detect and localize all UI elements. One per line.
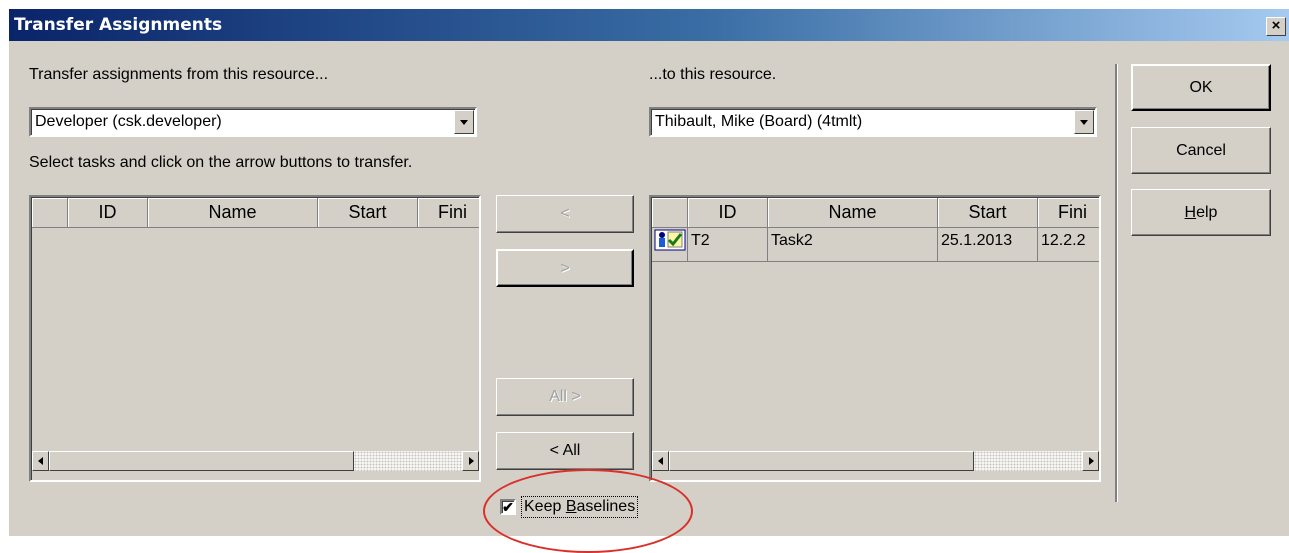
column-header-start[interactable]: Start (318, 198, 418, 228)
column-header-indicator[interactable] (32, 198, 68, 228)
move-left-button[interactable]: < (496, 195, 634, 233)
column-header-id[interactable]: ID (68, 198, 148, 228)
to-resource-label: ...to this resource. (649, 66, 777, 83)
vertical-separator (1115, 64, 1118, 502)
chevron-down-icon (460, 120, 468, 125)
scroll-thumb[interactable] (669, 451, 974, 471)
highlight-annotation-circle (483, 469, 693, 553)
window-title: Transfer Assignments (14, 15, 223, 35)
task-name-cell: Task2 (768, 228, 938, 262)
scroll-right-button[interactable] (1082, 451, 1099, 471)
title-bar: Transfer Assignments × (9, 9, 1289, 41)
scroll-left-button[interactable] (652, 451, 669, 471)
column-header-start[interactable]: Start (938, 198, 1038, 228)
resource-task-icon (652, 228, 688, 262)
task-id-cell: T2 (688, 228, 768, 262)
scroll-track[interactable] (974, 451, 1082, 471)
scroll-right-button[interactable] (462, 451, 479, 471)
resource-task-icon-graphic (654, 229, 686, 251)
move-all-right-button[interactable]: All > (496, 378, 634, 416)
column-header-name[interactable]: Name (768, 198, 938, 228)
move-all-left-button[interactable]: < All (496, 432, 634, 470)
close-icon: × (1271, 17, 1281, 34)
to-resource-value: Thibault, Mike (Board) (4tmlt) (655, 113, 863, 130)
to-resource-select[interactable]: Thibault, Mike (Board) (4tmlt) (649, 107, 1097, 137)
scroll-track[interactable] (354, 451, 462, 471)
column-header-id[interactable]: ID (688, 198, 768, 228)
scroll-left-button[interactable] (32, 451, 49, 471)
arrow-left-icon (658, 457, 663, 465)
source-grid-hscrollbar[interactable] (32, 451, 479, 471)
source-tasks-grid[interactable]: ID Name Start Fini (29, 195, 481, 482)
help-button[interactable]: Help (1131, 189, 1271, 236)
column-header-name[interactable]: Name (148, 198, 318, 228)
task-finish-cell: 12.2.2 (1038, 228, 1099, 262)
arrow-left-icon (38, 457, 43, 465)
scroll-thumb[interactable] (49, 451, 354, 471)
column-header-finish[interactable]: Fini (1038, 198, 1099, 228)
from-resource-label: Transfer assignments from this resource.… (29, 66, 329, 83)
column-header-finish[interactable]: Fini (418, 198, 479, 228)
instruction-text: Select tasks and click on the arrow butt… (29, 154, 413, 171)
arrow-right-icon (1089, 457, 1094, 465)
from-resource-select[interactable]: Developer (csk.developer) (29, 107, 477, 137)
from-resource-value: Developer (csk.developer) (35, 113, 222, 130)
help-accelerator: H (1184, 204, 1197, 221)
transfer-assignments-dialog: Transfer Assignments × Transfer assignme… (8, 8, 1289, 553)
chevron-down-icon (1080, 120, 1088, 125)
cancel-button[interactable]: Cancel (1131, 127, 1271, 174)
target-grid-hscrollbar[interactable] (652, 451, 1099, 471)
help-label-rest: elp (1196, 204, 1218, 221)
arrow-right-icon (469, 457, 474, 465)
to-resource-dropdown-button[interactable] (1074, 110, 1094, 134)
ok-button[interactable]: OK (1131, 64, 1271, 111)
task-start-cell: 25.1.2013 (938, 228, 1038, 262)
close-button[interactable]: × (1266, 17, 1286, 36)
from-resource-dropdown-button[interactable] (454, 110, 474, 134)
column-header-indicator[interactable] (652, 198, 688, 228)
move-right-button[interactable]: > (496, 249, 634, 287)
target-tasks-grid[interactable]: ID Name Start Fini T2 Task2 25.1.2013 12… (649, 195, 1101, 482)
